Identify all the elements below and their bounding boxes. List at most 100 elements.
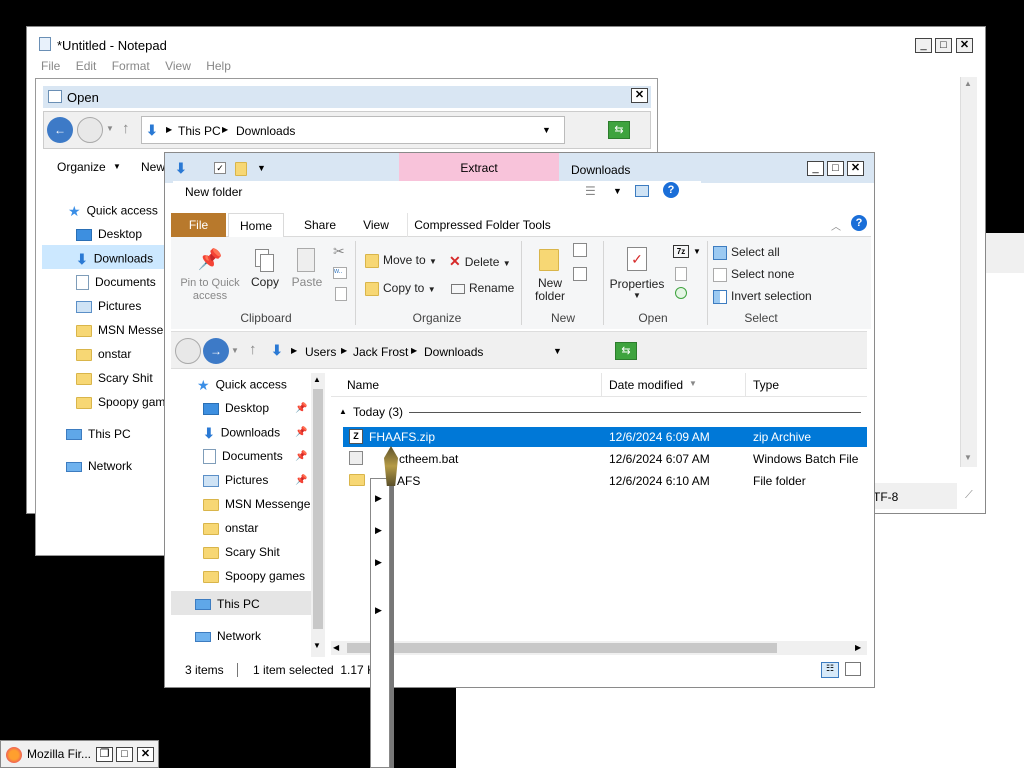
column-name[interactable]: Name — [347, 378, 379, 392]
resize-grip-icon[interactable]: ⟋ — [965, 489, 973, 502]
scroll-up-icon[interactable]: ▲ — [313, 375, 321, 384]
column-date[interactable]: Date modified — [609, 378, 683, 392]
address-segment-this-pc[interactable]: This PC — [178, 124, 221, 138]
properties-button[interactable]: ✓ Properties ▼ — [609, 243, 665, 300]
history-dropdown-icon[interactable]: ▼ — [106, 124, 114, 133]
copy-button[interactable]: Copy — [247, 245, 283, 289]
nav-downloads[interactable]: ⬇ Downloads — [203, 425, 280, 442]
address-segment-downloads[interactable]: Downloads — [236, 124, 295, 138]
scroll-right-icon[interactable]: ▶ — [855, 643, 861, 652]
open-7z-icon[interactable]: 7z — [673, 245, 689, 258]
scroll-down-icon[interactable]: ▼ — [964, 453, 972, 462]
nav-pictures[interactable]: Pictures — [203, 473, 268, 487]
tab-compressed-tools[interactable]: Compressed Folder Tools — [407, 213, 557, 237]
preview-pane-icon[interactable] — [635, 185, 649, 197]
nav-pictures[interactable]: Pictures — [76, 299, 141, 313]
paste-shortcut-icon[interactable] — [335, 287, 347, 301]
address-dropdown-icon[interactable]: ▼ — [553, 346, 562, 356]
nav-msn[interactable]: MSN Messer — [76, 323, 167, 337]
address-segment-users[interactable]: Users — [305, 345, 336, 359]
nav-onstar[interactable]: onstar — [76, 347, 131, 361]
refresh-icon[interactable]: ⇆ — [615, 342, 637, 360]
menu-format[interactable]: Format — [112, 59, 150, 73]
scroll-left-icon[interactable]: ◀ — [333, 643, 339, 652]
forward-icon[interactable]: → — [203, 338, 229, 364]
help-icon[interactable]: ? — [663, 182, 679, 198]
file-list-hscrollbar[interactable]: ◀ ▶ — [331, 641, 867, 655]
tab-file[interactable]: File — [171, 213, 226, 237]
cut-icon[interactable]: ✂ — [333, 243, 345, 260]
back-icon[interactable] — [175, 338, 201, 364]
nav-quick-access[interactable]: ★ Quick access — [197, 377, 287, 394]
nav-documents[interactable]: Documents — [203, 449, 283, 465]
maximize-button[interactable]: □ — [935, 38, 952, 53]
move-to-button[interactable]: Move to ▼ — [365, 253, 437, 268]
explorer-titlebar[interactable]: ⬇ ✓ ▼ Extract Downloads _ □ ✕ — [165, 153, 874, 183]
table-row[interactable]: Z FHAAFS.zip 12/6/2024 6:09 AM zip Archi… — [343, 427, 867, 447]
view-dropdown-icon[interactable]: ▼ — [613, 186, 622, 196]
large-icons-view-icon[interactable] — [845, 662, 861, 676]
view-details-icon[interactable]: ☰ — [585, 184, 596, 198]
select-all-button[interactable]: Select all — [713, 245, 780, 260]
new-folder-button[interactable]: New folder — [527, 243, 573, 303]
table-row[interactable]: AFS 12/6/2024 6:10 AM File folder — [343, 471, 867, 491]
scroll-up-icon[interactable]: ▲ — [964, 79, 972, 88]
details-view-icon[interactable]: ☷ — [821, 662, 839, 678]
qat-dropdown-icon[interactable]: ▼ — [257, 163, 266, 173]
extract-tab[interactable]: Extract — [399, 153, 559, 183]
scroll-down-icon[interactable]: ▼ — [313, 641, 321, 650]
history-icon[interactable] — [675, 287, 687, 299]
nav-desktop[interactable]: Desktop — [76, 227, 142, 241]
nav-spoopy[interactable]: Spoopy games — [203, 569, 305, 583]
explorer-window[interactable]: ⬇ ✓ ▼ Extract Downloads _ □ ✕ New folder… — [164, 152, 875, 688]
nav-scary[interactable]: Scary Shit — [203, 545, 280, 559]
address-segment-user[interactable]: Jack Frost — [353, 345, 408, 359]
delete-button[interactable]: ✕ Delete ▼ — [449, 253, 511, 270]
ribbon-help-icon[interactable]: ? — [851, 215, 867, 231]
context-menu-strip[interactable]: ▶ ▶ ▶ ▶ — [370, 478, 390, 768]
menu-view[interactable]: View — [165, 59, 191, 73]
scroll-thumb[interactable] — [313, 389, 323, 629]
close-button[interactable]: ✕ — [956, 38, 973, 53]
menu-help[interactable]: Help — [206, 59, 231, 73]
invert-selection-button[interactable]: Invert selection — [713, 289, 812, 304]
address-dropdown-icon[interactable]: ▼ — [542, 125, 551, 135]
notepad-scrollbar[interactable]: ▲ ▼ — [960, 77, 977, 467]
nav-this-pc[interactable]: This PC — [66, 427, 131, 441]
minimize-button[interactable]: _ — [915, 38, 932, 53]
scroll-thumb[interactable] — [347, 643, 777, 653]
up-icon[interactable]: ↑ — [122, 120, 130, 137]
column-type[interactable]: Type — [753, 378, 779, 392]
nav-onstar[interactable]: onstar — [203, 521, 258, 535]
paste-button[interactable]: Paste — [289, 245, 325, 289]
group-header[interactable]: ▲ Today (3) — [339, 405, 863, 421]
table-row[interactable]: ctheem.bat 12/6/2024 6:07 AM Windows Bat… — [343, 449, 867, 469]
nav-network[interactable]: Network — [195, 629, 261, 643]
nav-downloads[interactable]: ⬇ Downloads — [42, 245, 172, 269]
menu-file[interactable]: File — [41, 59, 60, 73]
new-item-icon[interactable] — [573, 243, 587, 257]
open-dialog-titlebar[interactable]: Open ✕ — [43, 86, 651, 108]
nav-quick-access[interactable]: ★ Quick access — [68, 203, 158, 220]
firefox-close-button[interactable]: ✕ — [137, 747, 154, 762]
tab-share[interactable]: Share — [295, 213, 345, 237]
back-icon[interactable]: ← — [47, 117, 73, 143]
organize-button[interactable]: Organize — [57, 160, 106, 174]
open-dialog-address-field[interactable]: ⬇ ▶ This PC ▶ Downloads ▼ — [141, 116, 565, 144]
refresh-icon[interactable]: ⇆ — [608, 121, 630, 139]
nav-documents[interactable]: Documents — [76, 275, 156, 291]
select-none-button[interactable]: Select none — [713, 267, 794, 282]
notepad-titlebar[interactable]: *Untitled - Notepad _ □ ✕ — [27, 27, 985, 61]
nav-msn[interactable]: MSN Messenger — [203, 497, 314, 511]
nav-scary[interactable]: Scary Shit — [76, 371, 153, 385]
explorer-maximize-button[interactable]: □ — [827, 161, 844, 176]
address-segment-downloads[interactable]: Downloads — [424, 345, 483, 359]
explorer-minimize-button[interactable]: _ — [807, 161, 824, 176]
forward-icon[interactable] — [77, 117, 103, 143]
nav-this-pc[interactable]: This PC — [171, 591, 311, 615]
rename-button[interactable]: Rename — [451, 281, 514, 295]
taskbar-firefox-button[interactable]: Mozilla Fir... ❐ □ ✕ — [0, 740, 159, 768]
copy-path-icon[interactable]: w.. — [333, 267, 347, 279]
nav-desktop[interactable]: Desktop — [203, 401, 269, 415]
edit-icon[interactable] — [675, 267, 687, 281]
